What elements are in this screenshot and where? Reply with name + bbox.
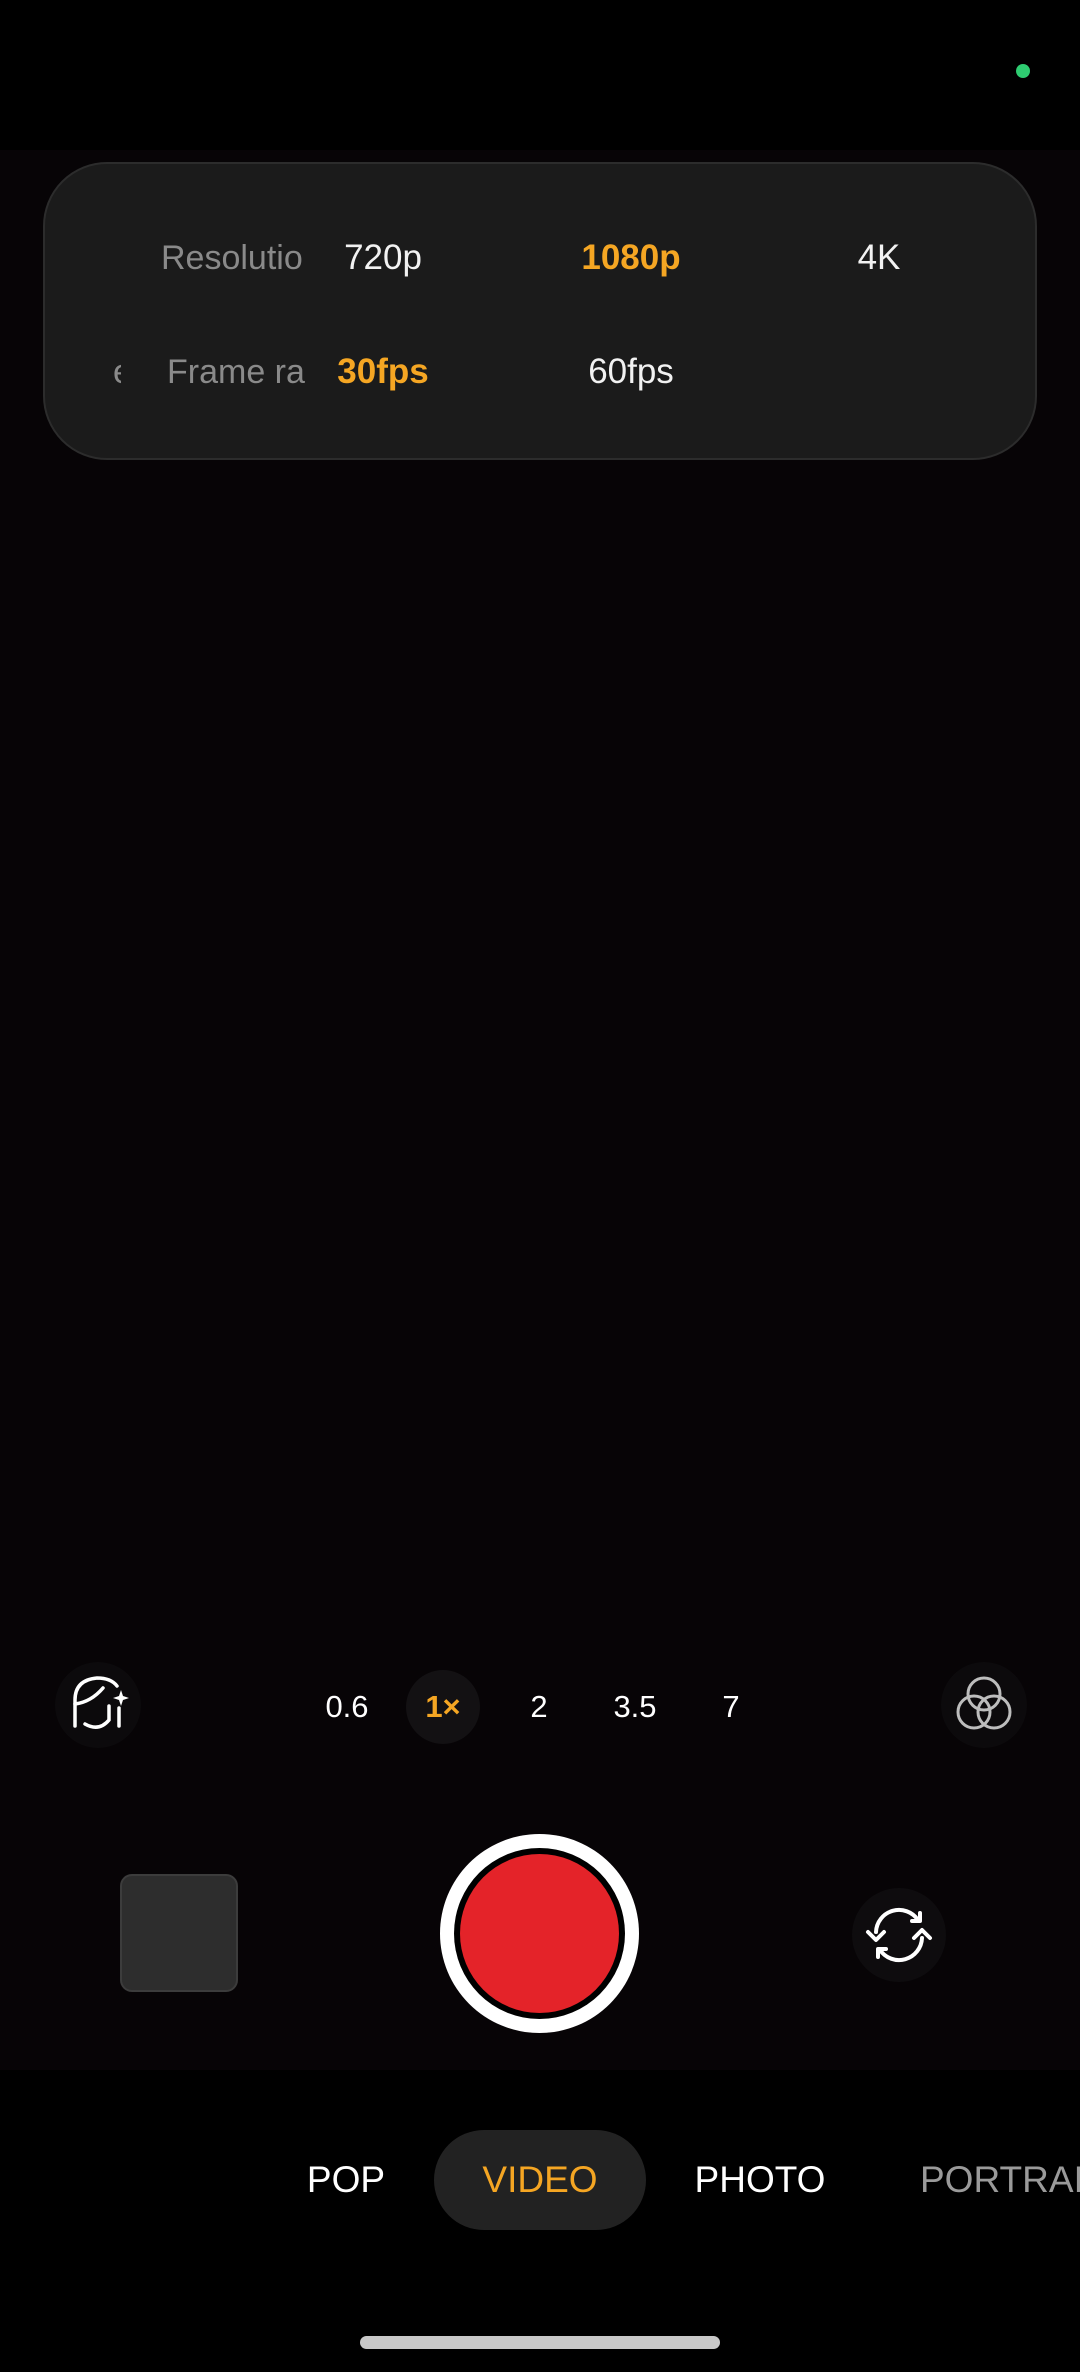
resolution-option-1080p[interactable]: 1080p [531, 228, 731, 288]
previous-row-label-fragment: e [113, 342, 121, 402]
zoom-0.6x-button[interactable]: 0.6 [310, 1670, 384, 1744]
video-settings-panel: Resolution 720p 1080p 4K e Frame rate 30… [43, 162, 1037, 460]
record-button-ring [454, 1848, 625, 2019]
camera-screen: Resolution 720p 1080p 4K e Frame rate 30… [0, 0, 1080, 2372]
flip-camera-icon [866, 1907, 932, 1963]
mode-photo[interactable]: PHOTO [680, 2130, 840, 2230]
zoom-3.5x-button[interactable]: 3.5 [598, 1670, 672, 1744]
mode-video[interactable]: VIDEO [434, 2130, 646, 2230]
zoom-2x-button[interactable]: 2 [502, 1670, 576, 1744]
privacy-indicator-dot [1016, 64, 1030, 78]
record-button-center [460, 1854, 619, 2013]
gallery-thumbnail[interactable] [120, 1874, 238, 1992]
resolution-option-4k[interactable]: 4K [779, 228, 979, 288]
frame-rate-option-60fps[interactable]: 60fps [531, 342, 731, 402]
record-button[interactable] [440, 1834, 639, 2033]
filters-icon [956, 1676, 1012, 1730]
mode-portrait[interactable]: PORTRAIT [920, 2130, 1080, 2230]
status-bar [0, 0, 1080, 150]
frame-rate-option-30fps[interactable]: 30fps [283, 342, 483, 402]
zoom-selector: 0.6 1× 2 3.5 7 [0, 1670, 1080, 1744]
zoom-7x-button[interactable]: 7 [694, 1670, 768, 1744]
frame-rate-row: e Frame rate 30fps 60fps [45, 342, 1035, 402]
mode-pop[interactable]: POP [286, 2130, 406, 2230]
resolution-option-720p[interactable]: 720p [283, 228, 483, 288]
home-indicator[interactable] [360, 2336, 720, 2349]
filters-button[interactable] [941, 1662, 1027, 1748]
flip-camera-button[interactable] [852, 1888, 946, 1982]
resolution-row: Resolution 720p 1080p 4K [45, 228, 1035, 288]
zoom-1x-button[interactable]: 1× [406, 1670, 480, 1744]
